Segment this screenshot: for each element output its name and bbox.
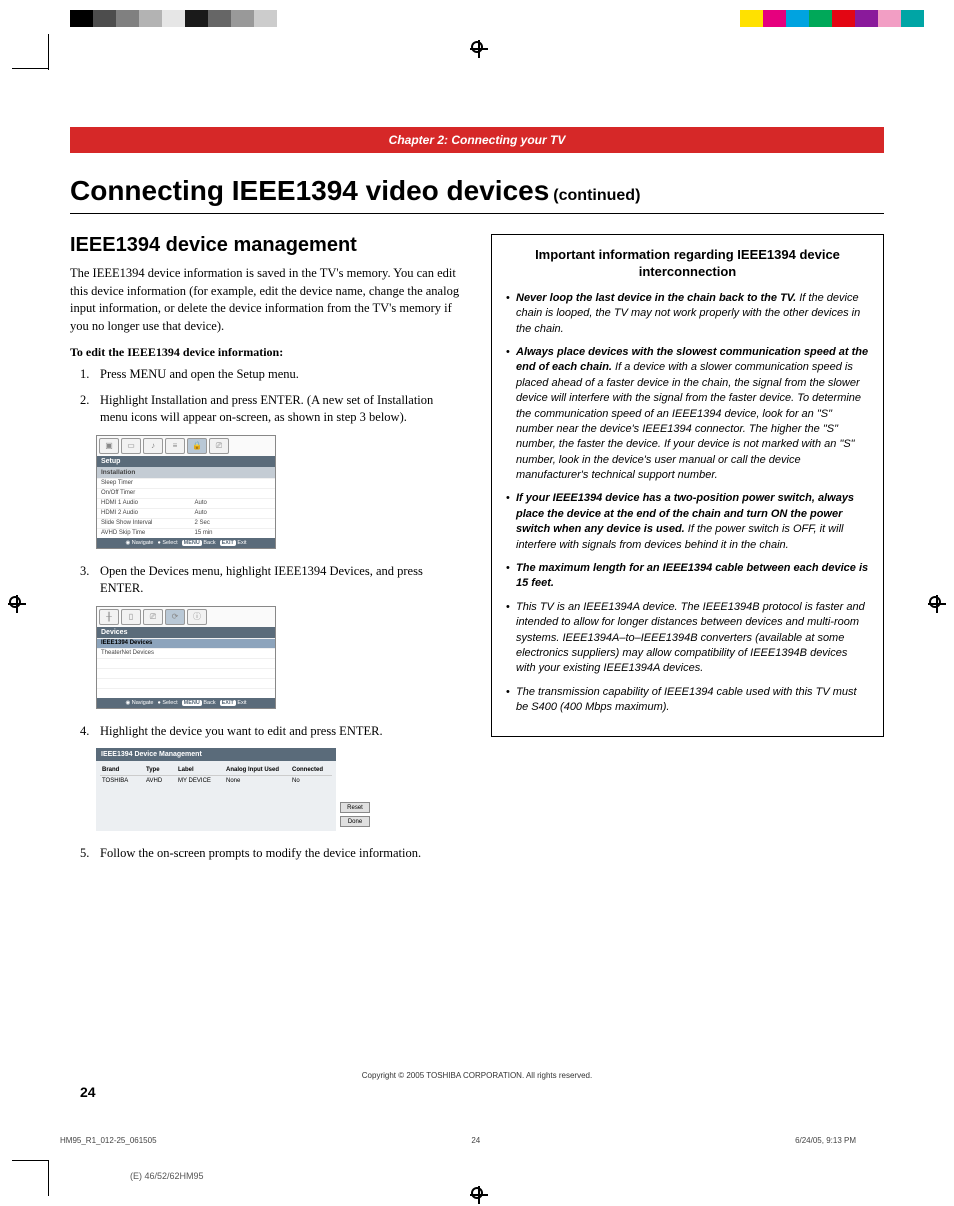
osd-device-management: IEEE1394 Device Management Brand Type La… [96,748,336,831]
steps-list: 1.Press MENU and open the Setup menu. 2.… [86,366,463,427]
osd-devices-menu: ╫ ▯ ⎚ ⟳ ⓘ Devices IEEE1394 DevicesTheate… [96,606,276,709]
page-title: Connecting IEEE1394 video devices [70,175,549,206]
osd-icon: ♪ [143,438,163,454]
color-swatch [855,10,878,27]
callout-item: The transmission capability of IEEE1394 … [506,685,869,716]
page-number: 24 [80,1084,884,1100]
osd-row: Sleep Timer [97,478,275,488]
continued-label: (continued) [553,187,640,204]
osd-icon-active: ⟳ [165,609,185,625]
reset-button: Reset [340,802,370,813]
right-column: Important information regarding IEEE1394… [491,234,884,871]
section-heading: IEEE1394 device management [70,234,463,257]
copyright: Copyright © 2005 TOSHIBA CORPORATION. Al… [70,1071,884,1080]
osd-row: On/Off Timer [97,488,275,498]
color-swatch [231,10,254,27]
printer-colorbar [0,0,954,27]
crop-tick [12,68,48,69]
step-2: 2.Highlight Installation and press ENTER… [86,392,463,427]
osd-icon: ≡ [165,438,185,454]
callout-item: The maximum length for an IEEE1394 cable… [506,561,869,592]
callout-list: Never loop the last device in the chain … [506,291,869,716]
color-swatch [809,10,832,27]
color-swatch [70,10,93,27]
color-swatch [901,10,924,27]
osd3-title: IEEE1394 Device Management [96,748,336,761]
step-4: 4.Highlight the device you want to edit … [86,723,463,741]
callout-item: Never loop the last device in the chain … [506,291,869,337]
slug-filename: HM95_R1_012-25_061505 [60,1136,157,1145]
callout-item: Always place devices with the slowest co… [506,345,869,484]
registration-mark-right [928,595,946,613]
osd-title: Devices [97,627,275,638]
crop-tick [48,34,49,70]
crop-tick [48,1160,49,1196]
registration-mark-left [8,595,26,613]
callout-item: This TV is an IEEE1394A device. The IEEE… [506,600,869,677]
registration-mark-bottom [470,1186,488,1204]
registration-mark-top [470,40,488,58]
edit-heading: To edit the IEEE1394 device information: [70,345,463,360]
osd-icon: ▭ [121,438,141,454]
color-swatch [740,10,763,27]
osd-row: HDMI 2 AudioAuto [97,508,275,518]
steps-list: 4.Highlight the device you want to edit … [86,723,463,741]
osd3-header: Brand Type Label Analog Input Used Conne… [100,765,332,776]
crop-tick [12,1160,48,1161]
intro-paragraph: The IEEE1394 device information is saved… [70,265,463,335]
osd-icon-active: 🔒 [187,438,207,454]
color-swatch [763,10,786,27]
osd-icon: ▯ [121,609,141,625]
osd-subtitle: Installation [97,467,275,478]
callout-title: Important information regarding IEEE1394… [506,247,869,281]
osd-icon: ⓘ [187,609,207,625]
osd-row: HDMI 1 AudioAuto [97,498,275,508]
page-footer: Copyright © 2005 TOSHIBA CORPORATION. Al… [70,1071,884,1181]
chapter-bar: Chapter 2: Connecting your TV [70,127,884,153]
color-swatch [139,10,162,27]
color-swatch [185,10,208,27]
slug-page: 24 [471,1136,480,1145]
color-swatch [832,10,855,27]
left-column: IEEE1394 device management The IEEE1394 … [70,234,463,871]
slug-datetime: 6/24/05, 9:13 PM [795,1136,856,1145]
callout-item: If your IEEE1394 device has a two-positi… [506,491,869,553]
steps-list: 3.Open the Devices menu, highlight IEEE1… [86,563,463,598]
callout-box: Important information regarding IEEE1394… [491,234,884,737]
osd-row: TheaterNet Devices [97,648,275,658]
osd-icon: ⎚ [143,609,163,625]
color-swatch [116,10,139,27]
osd-setup-menu: ▣ ▭ ♪ ≡ 🔒 ⎚ Setup Installation Sleep Tim… [96,435,276,549]
done-button: Done [340,816,370,827]
print-slug: HM95_R1_012-25_061505 24 6/24/05, 9:13 P… [60,1136,856,1145]
step-3: 3.Open the Devices menu, highlight IEEE1… [86,563,463,598]
step-1: 1.Press MENU and open the Setup menu. [86,366,463,384]
page-content: Chapter 2: Connecting your TV Connecting… [0,27,954,1201]
osd-icon: ▣ [99,438,119,454]
osd-title: Setup [97,456,275,467]
osd-icon: ╫ [99,609,119,625]
step-5: 5.Follow the on-screen prompts to modify… [86,845,463,863]
osd-icon: ⎚ [209,438,229,454]
color-swatch [786,10,809,27]
osd-footer: ◉ Navigate ● Select MENU Back EXIT Exit [97,698,275,708]
color-swatch [93,10,116,27]
osd-row: IEEE1394 Devices [97,638,275,648]
osd-row: AVHD Skip Time15 min [97,528,275,538]
osd3-row: TOSHIBA AVHD MY DEVICE None No [100,776,332,786]
color-swatch [208,10,231,27]
color-swatch [162,10,185,27]
steps-list: 5.Follow the on-screen prompts to modify… [86,845,463,863]
color-swatch [878,10,901,27]
color-swatch [254,10,277,27]
model-code: (E) 46/52/62HM95 [130,1171,884,1181]
osd3-buttons: Reset Done [340,802,370,827]
title-underline [70,213,884,214]
osd-row: Slide Show Interval2 Sec [97,518,275,528]
osd-footer: ◉ Navigate ● Select MENU Back EXIT Exit [97,538,275,548]
page-title-area: Connecting IEEE1394 video devices (conti… [70,175,884,207]
